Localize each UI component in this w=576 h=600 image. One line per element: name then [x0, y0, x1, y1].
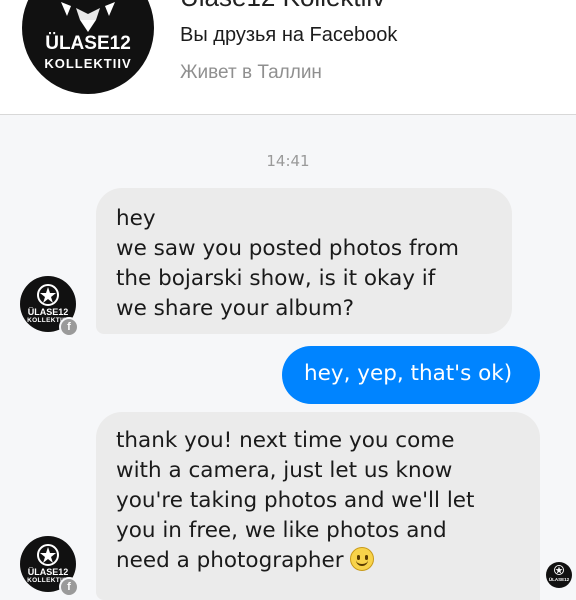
smile-emoji-icon: [350, 547, 375, 571]
avatar-text-line1: ÜLASE12: [27, 307, 69, 317]
outgoing-message-bubble[interactable]: hey, yep, that's ok): [282, 346, 540, 404]
logo-text-line2: KOLLEKTIIV: [44, 56, 132, 71]
logo-star-icon: [37, 544, 59, 566]
incoming-message-bubble[interactable]: thank you! next time you come with a cam…: [96, 412, 540, 600]
logo-text-line1: ÜLASE12: [45, 33, 131, 54]
profile-name[interactable]: Ülase12 Kollektiiv: [180, 0, 385, 13]
facebook-badge-icon: f: [59, 317, 79, 337]
facebook-badge-icon: f: [59, 577, 79, 597]
logo-star-icon: [554, 565, 564, 575]
profile-header: ÜLASE12 KOLLEKTIIV Ülase12 Kollektiiv Вы…: [0, 0, 576, 115]
seen-avatar-text: ÜLASE12: [548, 577, 570, 582]
avatar-text-line1: ÜLASE12: [27, 567, 69, 577]
message-text: thank you! next time you come with a cam…: [116, 428, 475, 573]
incoming-message-bubble[interactable]: hey we saw you posted photos from the bo…: [96, 188, 512, 334]
profile-avatar[interactable]: ÜLASE12 KOLLEKTIIV: [22, 0, 154, 94]
friends-status: Вы друзья на Facebook: [180, 24, 398, 46]
logo-star-icon: [61, 2, 115, 32]
location-text: Живет в Таллин: [180, 62, 322, 83]
logo-star-icon: [37, 284, 59, 306]
seen-indicator-avatar: ÜLASE12: [546, 562, 572, 588]
message-timestamp: 14:41: [266, 152, 310, 170]
